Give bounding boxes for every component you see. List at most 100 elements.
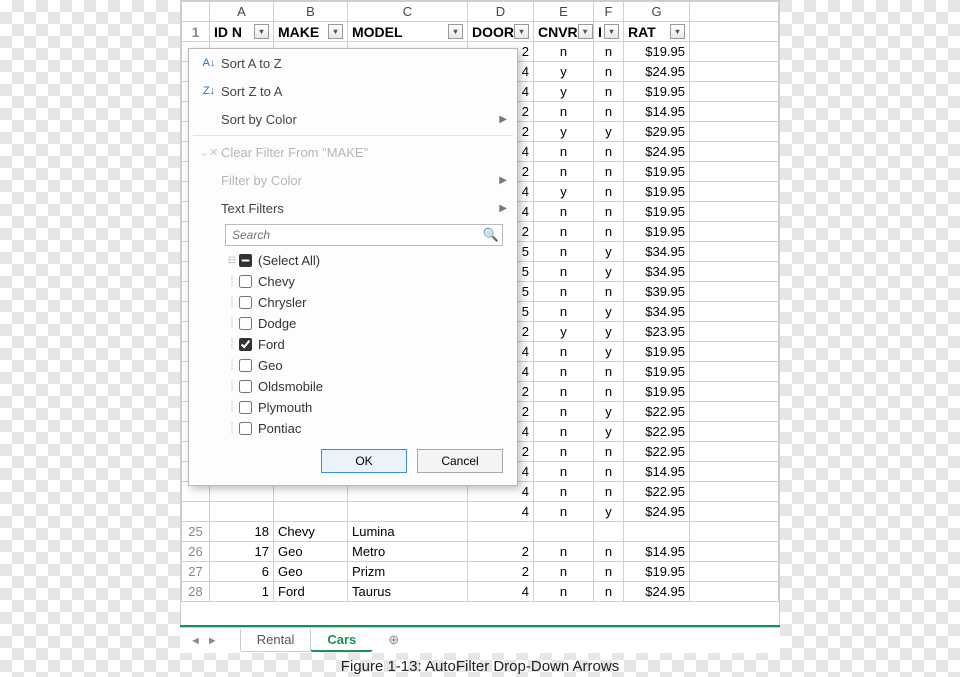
filter-item-checkbox[interactable] xyxy=(239,422,252,435)
cell[interactable]: n xyxy=(594,442,624,462)
filter-button-e[interactable]: ▾ xyxy=(578,24,593,39)
cell[interactable]: n xyxy=(594,182,624,202)
cell[interactable]: n xyxy=(534,362,594,382)
cell[interactable]: Geo xyxy=(274,542,348,562)
cell[interactable] xyxy=(624,522,690,542)
filter-item[interactable]: ┊Geo xyxy=(225,355,503,376)
col-header-e[interactable]: E xyxy=(534,2,594,22)
cell[interactable]: $24.95 xyxy=(624,62,690,82)
col-header-g[interactable]: G xyxy=(624,2,690,22)
filter-header-rat[interactable]: RAT▾ xyxy=(624,22,690,42)
cell[interactable]: n xyxy=(534,342,594,362)
row-header[interactable]: 26 xyxy=(182,542,210,562)
cell[interactable]: n xyxy=(594,562,624,582)
filter-item[interactable]: ┊Pontiac xyxy=(225,418,503,439)
col-header-f[interactable]: F xyxy=(594,2,624,22)
cell[interactable] xyxy=(468,522,534,542)
cell[interactable]: 4 xyxy=(468,582,534,602)
cell[interactable]: y xyxy=(594,422,624,442)
filter-item-checkbox[interactable] xyxy=(239,296,252,309)
cell[interactable]: y xyxy=(534,62,594,82)
cell[interactable] xyxy=(210,502,274,522)
cell[interactable]: $19.95 xyxy=(624,222,690,242)
cell[interactable]: n xyxy=(534,382,594,402)
cell[interactable]: $19.95 xyxy=(624,42,690,62)
filter-item[interactable]: ┊Plymouth xyxy=(225,397,503,418)
cell[interactable]: n xyxy=(534,42,594,62)
text-filters[interactable]: Text Filters ▶ xyxy=(189,194,517,222)
cell[interactable]: $19.95 xyxy=(624,202,690,222)
cell[interactable]: n xyxy=(534,482,594,502)
select-all-row[interactable]: ⊟ (Select All) xyxy=(225,250,503,271)
filter-item[interactable]: ┊Chrysler xyxy=(225,292,503,313)
cell[interactable]: n xyxy=(594,102,624,122)
cell[interactable] xyxy=(274,502,348,522)
cell[interactable]: n xyxy=(594,582,624,602)
filter-button-c[interactable]: ▾ xyxy=(448,24,463,39)
filter-item-checkbox[interactable] xyxy=(239,359,252,372)
col-header-d[interactable]: D xyxy=(468,2,534,22)
cell[interactable]: $24.95 xyxy=(624,502,690,522)
filter-item-checkbox[interactable] xyxy=(239,401,252,414)
cell[interactable]: n xyxy=(534,162,594,182)
tab-cars[interactable]: Cars xyxy=(310,629,373,652)
cell[interactable]: $34.95 xyxy=(624,262,690,282)
cell[interactable]: n xyxy=(594,462,624,482)
cell[interactable]: y xyxy=(594,342,624,362)
tab-nav-next[interactable]: ► xyxy=(207,635,218,647)
cell[interactable]: n xyxy=(534,562,594,582)
cell[interactable] xyxy=(594,522,624,542)
cell[interactable]: n xyxy=(534,422,594,442)
cell[interactable]: y xyxy=(594,262,624,282)
filter-button-d[interactable]: ▾ xyxy=(514,24,529,39)
cell[interactable]: $14.95 xyxy=(624,542,690,562)
filter-item-checkbox[interactable] xyxy=(239,275,252,288)
cell[interactable]: Prizm xyxy=(348,562,468,582)
cell[interactable]: $39.95 xyxy=(624,282,690,302)
cell[interactable]: $22.95 xyxy=(624,422,690,442)
cell[interactable]: n xyxy=(594,82,624,102)
row-header-1[interactable]: 1 xyxy=(182,22,210,42)
cell[interactable]: n xyxy=(534,442,594,462)
cell[interactable]: $22.95 xyxy=(624,482,690,502)
cell[interactable]: 1 xyxy=(210,582,274,602)
cell[interactable]: y xyxy=(594,122,624,142)
cell[interactable]: y xyxy=(534,322,594,342)
cell[interactable]: n xyxy=(534,242,594,262)
filter-button-a[interactable]: ▾ xyxy=(254,24,269,39)
sort-za[interactable]: Z↓ Sort Z to A xyxy=(189,77,517,105)
cell[interactable]: Ford xyxy=(274,582,348,602)
cell[interactable]: n xyxy=(534,262,594,282)
filter-header-id[interactable]: ID N▾ xyxy=(210,22,274,42)
cell[interactable]: 18 xyxy=(210,522,274,542)
cell[interactable]: n xyxy=(534,202,594,222)
filter-search-input[interactable] xyxy=(225,224,503,246)
cell[interactable]: $23.95 xyxy=(624,322,690,342)
filter-header-i[interactable]: I▾ xyxy=(594,22,624,42)
cell[interactable]: 2 xyxy=(468,562,534,582)
col-header-b[interactable]: B xyxy=(274,2,348,22)
cell[interactable]: n xyxy=(594,222,624,242)
cell[interactable]: y xyxy=(534,182,594,202)
filter-item-checkbox[interactable] xyxy=(239,317,252,330)
row-header[interactable]: 27 xyxy=(182,562,210,582)
col-header-a[interactable]: A xyxy=(210,2,274,22)
ok-button[interactable]: OK xyxy=(321,449,407,473)
cell[interactable]: n xyxy=(594,202,624,222)
cell[interactable]: $34.95 xyxy=(624,302,690,322)
cell[interactable]: n xyxy=(594,162,624,182)
cell[interactable]: n xyxy=(594,42,624,62)
cell[interactable]: $19.95 xyxy=(624,362,690,382)
cell[interactable]: $24.95 xyxy=(624,582,690,602)
cell[interactable]: n xyxy=(534,222,594,242)
cell[interactable]: $24.95 xyxy=(624,142,690,162)
filter-item[interactable]: ┊Dodge xyxy=(225,313,503,334)
cell[interactable]: n xyxy=(534,462,594,482)
cell[interactable]: $14.95 xyxy=(624,462,690,482)
cell[interactable]: $22.95 xyxy=(624,442,690,462)
filter-button-b[interactable]: ▾ xyxy=(328,24,343,39)
select-all-corner[interactable] xyxy=(182,2,210,22)
cell[interactable]: y xyxy=(534,122,594,142)
cell[interactable]: n xyxy=(594,142,624,162)
cell[interactable]: $19.95 xyxy=(624,182,690,202)
